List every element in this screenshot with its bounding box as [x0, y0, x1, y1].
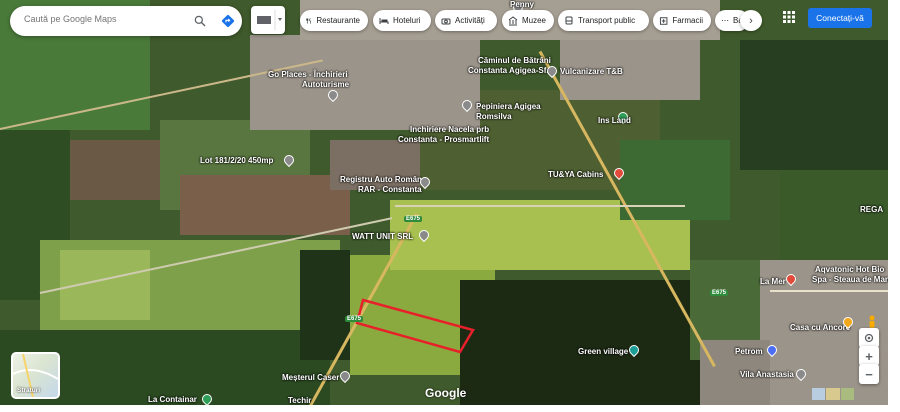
- chip-museums[interactable]: Muzee: [502, 10, 554, 31]
- chip-pharmacies[interactable]: Farmacii: [653, 10, 711, 31]
- chip-label: Farmacii: [672, 16, 703, 25]
- place-label[interactable]: Aqvatonic Hot Bio: [815, 265, 884, 274]
- place-label[interactable]: WATT UNIT SRL: [352, 232, 413, 241]
- camera-icon: [441, 18, 451, 24]
- plus-icon: +: [865, 348, 873, 364]
- place-label[interactable]: La Mer: [760, 277, 786, 286]
- road-number-badge: E675: [710, 290, 729, 296]
- chip-transit[interactable]: Transport public: [558, 10, 649, 31]
- place-label[interactable]: Green village: [578, 347, 628, 356]
- road-number-badge: E675: [345, 316, 364, 322]
- map-view-toggle-button[interactable]: [251, 6, 285, 34]
- thumbnail[interactable]: [840, 388, 854, 400]
- layers-label: Straturi: [17, 387, 41, 394]
- chip-label: Hoteluri: [393, 16, 421, 25]
- apps-grid-icon[interactable]: [783, 11, 795, 23]
- sign-in-button[interactable]: Conectați-vă: [808, 8, 872, 28]
- imagery-thumbnails[interactable]: [812, 388, 854, 400]
- place-label[interactable]: Go Places - Închirieri: [268, 70, 348, 79]
- chevron-right-icon: ›: [749, 14, 753, 27]
- place-label[interactable]: Căminul de Bătrâni: [478, 56, 551, 65]
- chip-label: Activități: [455, 16, 485, 25]
- chip-restaurants[interactable]: Restaurante: [300, 10, 368, 31]
- zoom-in-button[interactable]: +: [859, 346, 879, 366]
- place-label[interactable]: Vila Anastasia: [740, 370, 794, 379]
- place-label[interactable]: Spa - Steaua de Mare: [812, 275, 888, 284]
- place-label[interactable]: Techir: [288, 396, 311, 405]
- search-icon[interactable]: [193, 14, 207, 28]
- hotel-icon: [379, 17, 389, 24]
- zoom-out-button[interactable]: −: [859, 364, 879, 384]
- minus-icon: −: [865, 366, 873, 382]
- satellite-map[interactable]: Penny Căminul de Bătrâni Constanta Agige…: [0, 0, 888, 405]
- location-target-icon: [864, 333, 874, 343]
- search-input[interactable]: [24, 14, 174, 24]
- chip-scroll-next-button[interactable]: ›: [740, 10, 762, 31]
- place-label[interactable]: La Containar: [148, 395, 197, 404]
- plot-boundary: [355, 298, 475, 354]
- place-label[interactable]: REGA: [860, 205, 883, 214]
- search-box[interactable]: [10, 6, 242, 36]
- place-label[interactable]: Pepiniera Agigea: [476, 102, 541, 111]
- transit-icon: [565, 16, 573, 24]
- chip-hotels[interactable]: Hoteluri: [373, 10, 431, 31]
- layers-icon: [257, 10, 282, 30]
- chip-label: Transport public: [578, 16, 636, 25]
- place-label[interactable]: Inchiriere Nacela prb: [410, 125, 489, 134]
- place-label[interactable]: Petrom: [735, 347, 763, 356]
- thumbnail[interactable]: [826, 388, 840, 400]
- chip-label: Muzee: [521, 16, 546, 25]
- place-label[interactable]: RAR - Constanta: [358, 185, 422, 194]
- place-label[interactable]: Penny: [510, 0, 534, 9]
- google-logo: Google: [425, 386, 467, 400]
- place-label[interactable]: Autoturisme: [302, 80, 349, 89]
- place-label[interactable]: Lot 181/2/20 450mp: [200, 156, 273, 165]
- museum-icon: [508, 15, 518, 25]
- directions-icon[interactable]: [220, 13, 236, 29]
- chip-activities[interactable]: Activități: [435, 10, 497, 31]
- more-dots-icon: ⋯: [721, 15, 729, 25]
- place-label[interactable]: Constanta - Prosmartlift: [398, 135, 489, 144]
- chip-label: Restaurante: [316, 16, 360, 25]
- place-label[interactable]: Vulcanizare T&B: [560, 67, 623, 76]
- place-label[interactable]: TU&YA Cabins: [548, 170, 603, 179]
- place-label[interactable]: Constanta Agigea-Sf...: [468, 66, 553, 75]
- my-location-button[interactable]: [859, 328, 879, 348]
- thumbnail[interactable]: [812, 388, 826, 400]
- layers-toggle-button[interactable]: Straturi: [11, 352, 60, 399]
- road-number-badge: E675: [404, 216, 423, 222]
- restaurant-icon: [306, 17, 311, 24]
- place-label[interactable]: Casa cu Ancore: [790, 323, 850, 332]
- pharmacy-icon: [659, 16, 668, 25]
- place-label[interactable]: Ins Land: [598, 116, 631, 125]
- place-label[interactable]: Meșterul Caser: [282, 373, 339, 382]
- place-label[interactable]: Romsilva: [476, 112, 512, 121]
- place-label[interactable]: Registru Auto Român: [340, 175, 422, 184]
